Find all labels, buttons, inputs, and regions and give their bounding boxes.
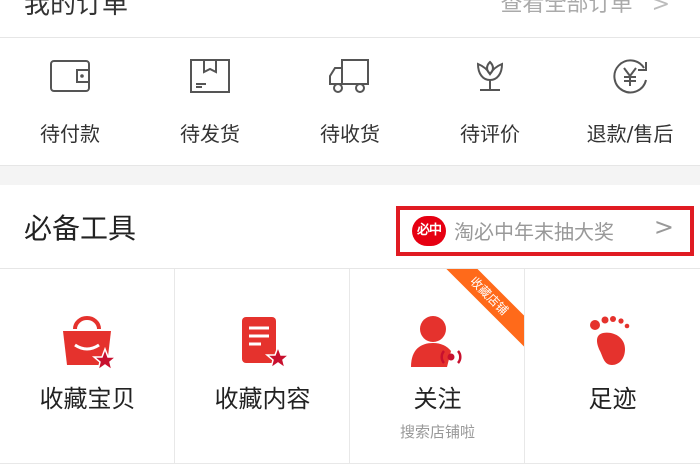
footprint-icon [589, 316, 629, 365]
section-title: 必备工具 [24, 212, 137, 245]
tool-sublabel: 搜索店铺啦 [399, 423, 475, 441]
shopping-bag-star-icon [63, 316, 119, 371]
tulip-icon [476, 60, 504, 91]
order-label: 待付款 [40, 122, 100, 146]
tools-grid: 收藏宝贝 收藏内容 收藏店铺 关注 搜索店铺啦 足迹 [0, 269, 700, 470]
tool-label: 收藏内容 [214, 385, 311, 413]
orders-title: 我的订单 [24, 0, 129, 20]
order-label: 退款/售后 [586, 122, 674, 146]
order-label: 待发货 [180, 122, 240, 146]
order-refund-aftersale[interactable]: 退款/售后 [560, 38, 700, 166]
person-broadcast-icon [411, 316, 462, 367]
chevron-right-icon: > [651, 0, 670, 17]
document-star-icon [242, 317, 292, 370]
view-all-label: 查看全部订单 [500, 0, 633, 17]
tool-label: 关注 [413, 385, 462, 413]
tool-favorite-items[interactable]: 收藏宝贝 [0, 269, 175, 464]
promo-badge: 必中 [412, 216, 446, 246]
refund-yuan-icon [613, 59, 647, 94]
order-status-row: 待付款 待发货 待收货 待评价 退款/售后 [0, 38, 700, 166]
tool-label: 收藏宝贝 [39, 385, 136, 413]
tool-label: 足迹 [588, 385, 637, 413]
order-pending-shipment[interactable]: 待发货 [140, 38, 280, 166]
order-pending-receipt[interactable]: 待收货 [280, 38, 420, 166]
order-label: 待评价 [460, 122, 520, 146]
tool-follow[interactable]: 收藏店铺 关注 搜索店铺啦 [350, 269, 525, 464]
orders-header: 我的订单 查看全部订单 > [0, 0, 700, 38]
promo-text: 淘必中年末抽大奖 [454, 220, 614, 244]
wallet-icon [50, 60, 90, 92]
chevron-right-icon: > [653, 213, 674, 241]
order-pending-review[interactable]: 待评价 [420, 38, 560, 166]
order-label: 待收货 [320, 122, 380, 146]
package-icon [190, 59, 230, 93]
essential-tools-header: 必备工具 必中 淘必中年末抽大奖 > [0, 185, 700, 269]
view-all-orders-link[interactable]: 查看全部订单 > [501, 0, 670, 18]
tool-favorite-content[interactable]: 收藏内容 [175, 269, 350, 464]
delivery-truck-icon [329, 59, 369, 93]
tool-footprint[interactable]: 足迹 [525, 269, 700, 464]
order-pending-payment[interactable]: 待付款 [0, 38, 140, 166]
promo-banner[interactable]: 必中 淘必中年末抽大奖 > [396, 206, 694, 256]
